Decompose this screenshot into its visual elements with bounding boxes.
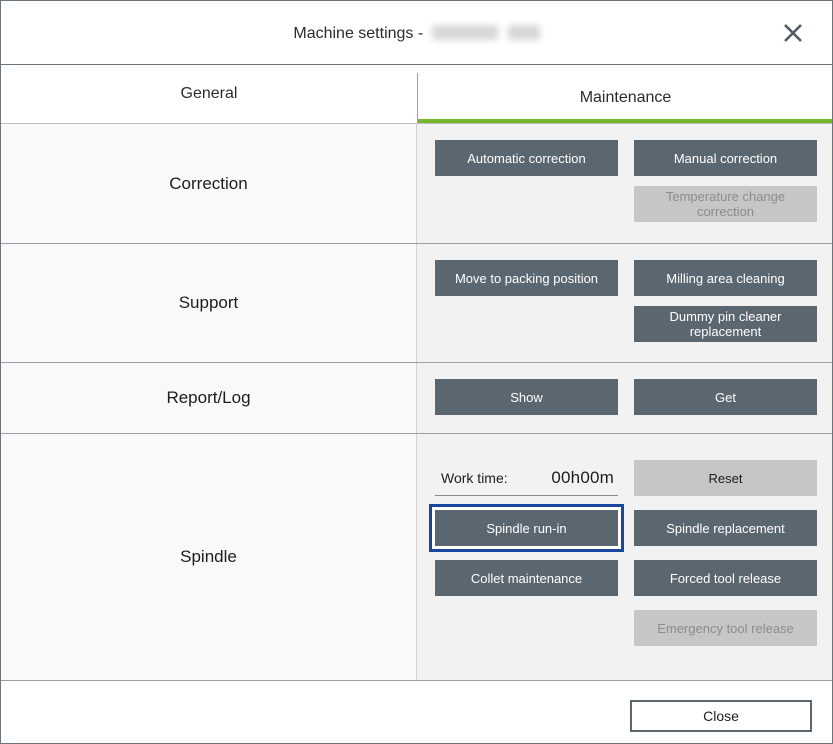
temperature-change-correction-button: Temperature change correction xyxy=(634,186,817,222)
tab-general-label: General xyxy=(180,85,238,102)
tab-general[interactable]: General xyxy=(1,65,417,123)
section-correction-content: Automatic correction Manual correction T… xyxy=(416,124,832,243)
section-correction-label: Correction xyxy=(1,124,416,243)
report-log-button-grid: Show Get xyxy=(435,379,817,415)
tab-general-underline xyxy=(1,119,417,123)
dialog-title: Machine settings - xyxy=(293,23,540,43)
tab-maintenance-label: Maintenance xyxy=(579,89,672,106)
collet-maintenance-button[interactable]: Collet maintenance xyxy=(435,560,618,596)
section-report-log: Report/Log Show Get xyxy=(1,363,832,434)
section-spindle: Spindle Work time: 00h00m Reset Spindle … xyxy=(1,434,832,681)
forced-tool-release-button[interactable]: Forced tool release xyxy=(634,560,817,596)
close-button[interactable]: Close xyxy=(630,700,812,732)
move-to-packing-position-button[interactable]: Move to packing position xyxy=(435,260,618,296)
maintenance-sections: Correction Automatic correction Manual c… xyxy=(1,123,832,681)
section-report-log-label: Report/Log xyxy=(1,363,416,433)
close-icon[interactable] xyxy=(776,16,810,50)
automatic-correction-button[interactable]: Automatic correction xyxy=(435,140,618,176)
show-button[interactable]: Show xyxy=(435,379,618,415)
section-correction: Correction Automatic correction Manual c… xyxy=(1,124,832,244)
tab-bar: General Maintenance xyxy=(1,65,832,123)
machine-settings-dialog: Machine settings - General Maintenance C… xyxy=(0,0,833,744)
work-time-label: Work time: xyxy=(441,469,508,486)
reset-button[interactable]: Reset xyxy=(634,460,817,496)
support-button-grid: Move to packing position Milling area cl… xyxy=(435,260,817,342)
manual-correction-button[interactable]: Manual correction xyxy=(634,140,817,176)
section-support: Support Move to packing position Milling… xyxy=(1,244,832,363)
redacted-machine-name-2 xyxy=(507,24,540,40)
redacted-machine-name-1 xyxy=(431,24,498,40)
spindle-replacement-button[interactable]: Spindle replacement xyxy=(634,510,817,546)
section-spindle-label: Spindle xyxy=(1,434,416,680)
dialog-title-text: Machine settings - xyxy=(293,24,428,42)
spindle-run-in-button[interactable]: Spindle run-in xyxy=(429,504,624,552)
section-support-content: Move to packing position Milling area cl… xyxy=(416,244,832,362)
work-time-field: Work time: 00h00m xyxy=(435,460,618,496)
correction-button-grid: Automatic correction Manual correction T… xyxy=(435,140,817,222)
dummy-pin-cleaner-replacement-button[interactable]: Dummy pin cleaner replacement xyxy=(634,306,817,342)
spindle-button-grid: Work time: 00h00m Reset Spindle run-in S… xyxy=(429,460,817,646)
get-button[interactable]: Get xyxy=(634,379,817,415)
section-spindle-content: Work time: 00h00m Reset Spindle run-in S… xyxy=(416,434,832,680)
emergency-tool-release-button: Emergency tool release xyxy=(634,610,817,646)
tab-maintenance-underline xyxy=(418,119,832,123)
section-report-log-content: Show Get xyxy=(416,363,832,433)
milling-area-cleaning-button[interactable]: Milling area cleaning xyxy=(634,260,817,296)
work-time-value: 00h00m xyxy=(551,467,614,487)
section-support-label: Support xyxy=(1,244,416,362)
dialog-footer: Close xyxy=(1,681,832,743)
dialog-titlebar: Machine settings - xyxy=(1,1,832,65)
tab-maintenance[interactable]: Maintenance xyxy=(417,73,832,123)
